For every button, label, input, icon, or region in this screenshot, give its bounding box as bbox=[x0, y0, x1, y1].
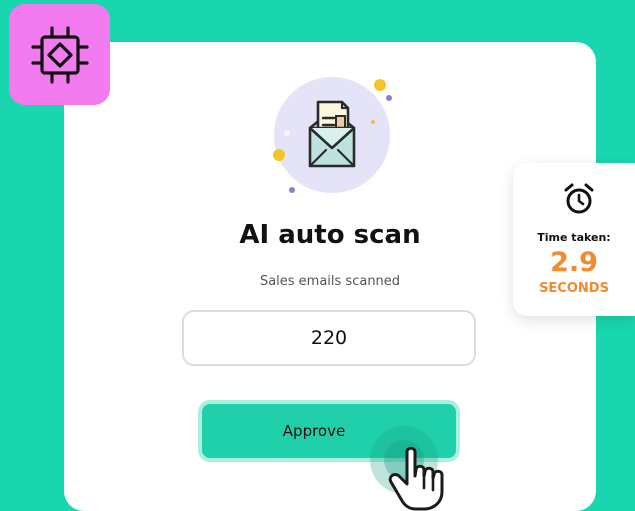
time-taken-label: Time taken: bbox=[537, 231, 611, 244]
scanned-count-field[interactable]: 220 bbox=[182, 310, 476, 366]
time-taken-card: Time taken: 2.9 SECONDS bbox=[513, 163, 635, 316]
alarm-clock-icon bbox=[564, 183, 594, 214]
time-taken-value: 2.9 bbox=[550, 247, 598, 278]
hand-pointer-icon bbox=[370, 426, 444, 511]
chip-icon bbox=[30, 25, 89, 84]
approve-button-label: Approve bbox=[282, 422, 346, 440]
time-taken-unit: SECONDS bbox=[539, 281, 609, 296]
chip-badge bbox=[9, 4, 110, 105]
scanned-count-value: 220 bbox=[310, 327, 348, 349]
